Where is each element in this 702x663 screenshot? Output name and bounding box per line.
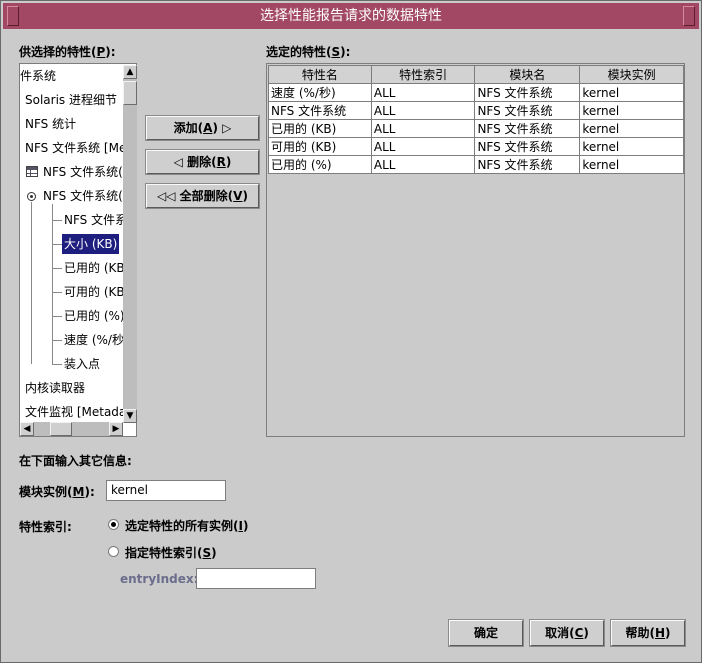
title-bar[interactable]: 选择性能报告请求的数据特性 bbox=[3, 3, 699, 29]
table-cell: NFS 文件系统 bbox=[474, 137, 581, 156]
tree-leaf-used-pct[interactable]: 已用的 (%) bbox=[64, 306, 125, 326]
column-header-module-name[interactable]: 模块名 bbox=[474, 65, 581, 84]
table-cell: ALL bbox=[370, 83, 476, 102]
tree-connector bbox=[52, 220, 62, 221]
remove-all-button[interactable]: ◁◁ 全部删除(V) bbox=[145, 183, 260, 209]
tree-horizontal-scrollbar[interactable]: ◀ ▶ bbox=[20, 422, 123, 436]
table-cell: 可用的 (KB) bbox=[268, 137, 372, 156]
attribute-index-label: 特性索引: bbox=[19, 520, 72, 534]
scroll-up-icon[interactable]: ▲ bbox=[123, 65, 137, 79]
tree-item-filesystem[interactable]: 件系统 bbox=[20, 66, 56, 86]
tree-connector bbox=[52, 244, 62, 245]
vertical-scroll-thumb[interactable] bbox=[123, 81, 137, 105]
tree-vertical-scrollbar[interactable]: ▲ ▼ bbox=[123, 65, 137, 423]
table-cell: kernel bbox=[579, 83, 684, 102]
radio-specific-index[interactable] bbox=[108, 546, 119, 557]
selected-features-label: 选定的特性(S): bbox=[266, 45, 351, 59]
module-instance-field[interactable]: kernel bbox=[106, 480, 226, 501]
available-features-tree[interactable]: 件系统 Solaris 进程细节 NFS 统计 NFS 文件系统 [Me NFS… bbox=[19, 63, 137, 437]
tree-connector bbox=[52, 204, 53, 365]
table-row[interactable]: 已用的 (%) ALL NFS 文件系统 kernel bbox=[268, 155, 684, 174]
tree-connector bbox=[52, 340, 62, 341]
table-cell: 速度 (%/秒) bbox=[268, 83, 372, 102]
table-cell: ALL bbox=[370, 155, 476, 174]
tree-connector bbox=[52, 292, 62, 293]
entry-index-field[interactable] bbox=[196, 568, 316, 589]
table-cell: kernel bbox=[579, 155, 684, 174]
cancel-button[interactable]: 取消(C) bbox=[529, 619, 605, 647]
remove-button[interactable]: ◁ 删除(R) bbox=[145, 149, 260, 175]
table-cell: ALL bbox=[370, 119, 476, 138]
module-instance-label: 模块实例(M): bbox=[19, 485, 95, 499]
table-row[interactable]: 速度 (%/秒) ALL NFS 文件系统 kernel bbox=[268, 83, 684, 102]
radio-all-instances-label[interactable]: 选定特性的所有实例(I) bbox=[125, 517, 248, 534]
table-row[interactable]: 已用的 (KB) ALL NFS 文件系统 kernel bbox=[268, 119, 684, 138]
scroll-left-icon[interactable]: ◀ bbox=[20, 422, 34, 436]
table-icon bbox=[26, 166, 38, 177]
tree-connector bbox=[52, 268, 62, 269]
tree-item-kernel-reader[interactable]: 内核读取器 bbox=[25, 378, 85, 398]
available-features-label: 供选择的特性(P): bbox=[19, 45, 116, 59]
tree-leaf-mount[interactable]: 装入点 bbox=[64, 354, 100, 374]
tree-item-file-monitor[interactable]: 文件监视 [Metadat bbox=[25, 402, 131, 422]
tree-item-nfs-fs-table[interactable]: NFS 文件系统( bbox=[43, 162, 123, 182]
horizontal-scroll-thumb[interactable] bbox=[50, 422, 72, 436]
scroll-down-icon[interactable]: ▼ bbox=[123, 409, 137, 423]
radio-specific-index-label[interactable]: 指定特性索引(S) bbox=[125, 544, 217, 561]
extra-info-heading: 在下面输入其它信息: bbox=[19, 454, 132, 468]
window-title: 选择性能报告请求的数据特性 bbox=[260, 8, 442, 24]
selected-features-table[interactable]: 特性名 特性索引 模块名 模块实例 速度 (%/秒) ALL NFS 文件系统 … bbox=[266, 63, 685, 437]
table-cell: 已用的 (KB) bbox=[268, 119, 372, 138]
table-cell: kernel bbox=[579, 137, 684, 156]
table-cell: ALL bbox=[370, 101, 476, 120]
radio-all-instances[interactable] bbox=[108, 519, 119, 530]
tree-connector bbox=[52, 364, 62, 365]
scroll-right-icon[interactable]: ▶ bbox=[109, 422, 123, 436]
table-cell: NFS 文件系统 bbox=[474, 83, 581, 102]
entry-index-label: entryIndex: bbox=[120, 572, 199, 586]
tree-leaf-rate[interactable]: 速度 (%/秒 bbox=[64, 330, 124, 350]
tree-leaf-size-selected[interactable]: 大小 (KB) bbox=[62, 234, 120, 254]
table-cell: NFS 文件系统 bbox=[474, 119, 581, 138]
expanded-node-icon[interactable] bbox=[27, 192, 36, 201]
window-maximize-button[interactable] bbox=[683, 6, 695, 26]
table-cell: kernel bbox=[579, 119, 684, 138]
tree-leaf-nfs-fs[interactable]: NFS 文件系 bbox=[64, 210, 127, 230]
table-row[interactable]: NFS 文件系统 ALL NFS 文件系统 kernel bbox=[268, 101, 684, 120]
table-cell: ALL bbox=[370, 137, 476, 156]
tree-item-nfs-stats[interactable]: NFS 统计 bbox=[25, 114, 76, 134]
table-cell: 已用的 (%) bbox=[268, 155, 372, 174]
tree-item-nfs-fs-expanded[interactable]: NFS 文件系统( bbox=[43, 186, 123, 206]
tree-leaf-avail-kb[interactable]: 可用的 (KB bbox=[64, 282, 125, 302]
table-header-row: 特性名 特性索引 模块名 模块实例 bbox=[268, 65, 684, 84]
help-button[interactable]: 帮助(H) bbox=[610, 619, 686, 647]
column-header-module-instance[interactable]: 模块实例 bbox=[579, 65, 684, 84]
table-row[interactable]: 可用的 (KB) ALL NFS 文件系统 kernel bbox=[268, 137, 684, 156]
tree-connector bbox=[31, 202, 32, 364]
tree-leaf-used-kb[interactable]: 已用的 (KB bbox=[64, 258, 125, 278]
add-button[interactable]: 添加(A) ▷ bbox=[145, 115, 260, 141]
column-header-attribute-index[interactable]: 特性索引 bbox=[370, 65, 476, 84]
table-cell: NFS 文件系统 bbox=[474, 101, 581, 120]
table-cell: NFS 文件系统 bbox=[268, 101, 372, 120]
tree-item-solaris-process[interactable]: Solaris 进程细节 bbox=[25, 90, 117, 110]
tree-item-nfs-fs-meta[interactable]: NFS 文件系统 [Me bbox=[25, 138, 126, 158]
table-cell: NFS 文件系统 bbox=[474, 155, 581, 174]
window-menu-button[interactable] bbox=[7, 6, 19, 26]
dialog-window: 选择性能报告请求的数据特性 供选择的特性(P): 件系统 Solaris 进程细… bbox=[0, 0, 702, 663]
ok-button[interactable]: 确定 bbox=[448, 619, 524, 647]
column-header-attribute-name[interactable]: 特性名 bbox=[268, 65, 372, 84]
table-cell: kernel bbox=[579, 101, 684, 120]
tree-connector bbox=[52, 316, 62, 317]
